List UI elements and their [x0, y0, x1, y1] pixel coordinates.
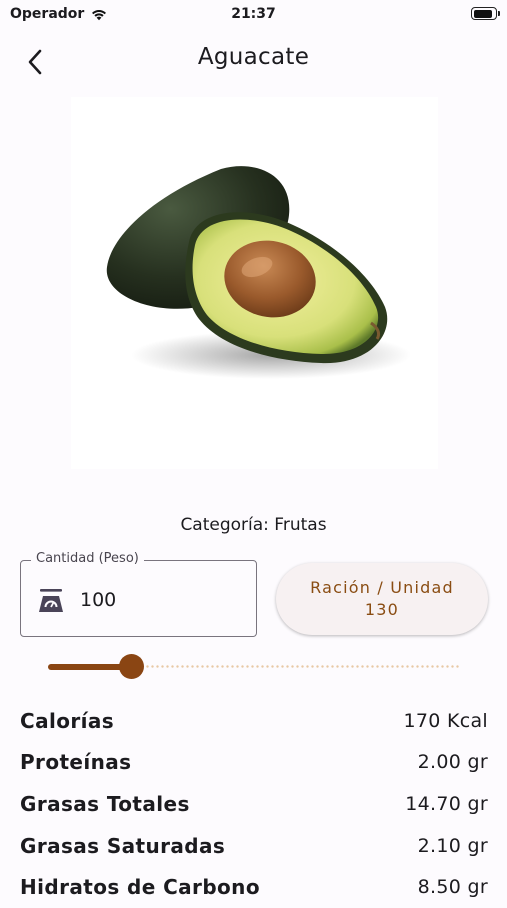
nutrient-row-hidratos: Hidratos de Carbono 8.50 gr: [20, 866, 488, 908]
nutrient-row-proteinas: Proteínas 2.00 gr: [20, 742, 488, 784]
nutrient-name: Calorías: [20, 708, 115, 733]
food-image: [71, 97, 438, 469]
quantity-field[interactable]: Cantidad (Peso) 100: [20, 551, 257, 637]
nutrient-name: Proteínas: [20, 750, 132, 775]
page-title: Aguacate: [197, 44, 310, 70]
quantity-value: 100: [80, 589, 117, 611]
nutrient-value: 2.00 gr: [417, 751, 488, 774]
nutrient-value: 14.70 gr: [405, 792, 488, 815]
quantity-slider[interactable]: [48, 654, 459, 680]
status-bar: Operador 21:37: [0, 0, 507, 30]
nutrient-row-grasas-saturadas: Grasas Saturadas 2.10 gr: [20, 825, 488, 867]
nutrient-row-calorias: Calorías 170 Kcal: [20, 700, 488, 742]
slider-thumb[interactable]: [119, 654, 144, 679]
battery-icon: [471, 7, 500, 20]
scale-icon: [39, 589, 63, 612]
nutrient-value: 2.10 gr: [417, 834, 488, 857]
nutrients-list: Calorías 170 Kcal Proteínas 2.00 gr Gras…: [20, 700, 488, 908]
app-bar: Aguacate: [0, 36, 507, 84]
nutrient-value: 170 Kcal: [403, 709, 488, 732]
nutrient-value: 8.50 gr: [417, 876, 488, 899]
nutrient-name: Hidratos de Carbono: [20, 875, 260, 900]
status-time: 21:37: [231, 6, 276, 22]
category-label: Categoría: Frutas: [180, 515, 327, 535]
quantity-label: Cantidad (Peso): [31, 551, 144, 566]
portion-label: Ración / Unidad: [310, 578, 454, 597]
avocado-image: [106, 166, 411, 379]
portion-unit-button[interactable]: Ración / Unidad 130: [276, 563, 488, 635]
slider-inactive-track: [130, 665, 459, 668]
nutrient-row-grasas-totales: Grasas Totales 14.70 gr: [20, 783, 488, 825]
portion-value: 130: [364, 600, 400, 619]
nutrient-name: Grasas Totales: [20, 791, 190, 816]
nutrient-name: Grasas Saturadas: [20, 833, 226, 858]
